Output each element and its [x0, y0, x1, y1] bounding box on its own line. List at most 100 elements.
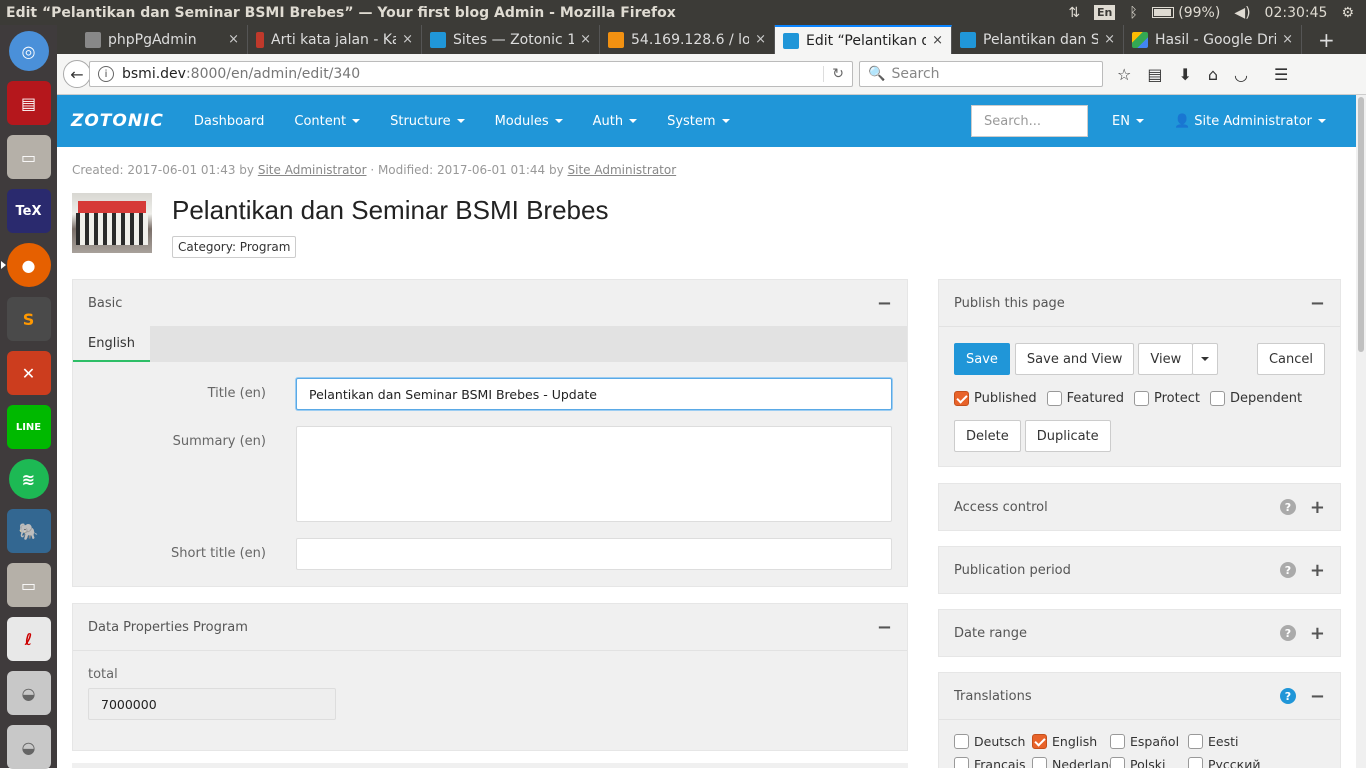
nav-auth[interactable]: Auth: [593, 114, 638, 129]
close-icon[interactable]: ×: [402, 32, 413, 47]
save-and-view-button[interactable]: Save and View: [1014, 343, 1135, 375]
home-icon[interactable]: ⌂: [1208, 65, 1218, 84]
title-input[interactable]: Pelantikan dan Seminar BSMI Brebes - Upd…: [296, 378, 892, 410]
checkbox[interactable]: [1110, 734, 1125, 749]
page-thumbnail[interactable]: [72, 193, 152, 253]
close-icon[interactable]: ×: [580, 32, 591, 47]
lang-polski-checkbox[interactable]: Polski: [1110, 757, 1188, 768]
nav-structure[interactable]: Structure: [390, 114, 465, 129]
modified-by-link[interactable]: Site Administrator: [568, 163, 677, 177]
drive-icon[interactable]: ◒: [6, 725, 51, 769]
tab-english[interactable]: English: [73, 326, 150, 362]
power-icon[interactable]: ⚙: [1341, 5, 1354, 21]
widget-header[interactable]: Basic −: [73, 280, 907, 326]
dependent-checkbox[interactable]: Dependent: [1209, 391, 1302, 406]
network-icon[interactable]: ⇅: [1068, 5, 1080, 21]
collapse-icon[interactable]: −: [1310, 686, 1325, 707]
terminal-icon[interactable]: ▤: [6, 81, 51, 125]
zotonic-logo[interactable]: ZOTONIC: [71, 111, 164, 131]
texmaker-icon[interactable]: TeX: [6, 189, 51, 233]
total-input[interactable]: 7000000: [88, 688, 336, 720]
widget-header[interactable]: Translations? −: [939, 673, 1340, 719]
firefox-icon[interactable]: ●: [0, 243, 51, 287]
widget-header[interactable]: Access control? +: [939, 484, 1340, 530]
nav-dashboard[interactable]: Dashboard: [194, 114, 265, 129]
checkbox[interactable]: [1209, 391, 1225, 406]
tab-sites-zotonic[interactable]: Sites — Zotonic 1 ×: [422, 25, 600, 54]
widget-header[interactable]: Date range? +: [939, 610, 1340, 656]
collapse-icon[interactable]: −: [877, 293, 892, 314]
checkbox[interactable]: [1046, 391, 1062, 406]
close-icon[interactable]: ×: [1104, 32, 1115, 47]
user-menu[interactable]: 👤 Site Administrator: [1174, 114, 1326, 129]
checkbox[interactable]: [1110, 757, 1125, 768]
reading-list-icon[interactable]: ▤: [1147, 65, 1162, 84]
help-icon[interactable]: ?: [1279, 688, 1296, 704]
postgres-icon[interactable]: 🐘: [6, 509, 51, 553]
new-tab-button[interactable]: +: [1302, 25, 1351, 54]
protect-checkbox[interactable]: Protect: [1133, 391, 1200, 406]
lang-francais-checkbox[interactable]: Français: [954, 757, 1032, 768]
summary-textarea[interactable]: [296, 426, 892, 522]
tab-arti-kata[interactable]: Arti kata jalan - Ka ×: [248, 25, 422, 54]
checkbox[interactable]: [954, 734, 969, 749]
featured-checkbox[interactable]: Featured: [1046, 391, 1124, 406]
published-checkbox[interactable]: Published: [954, 391, 1037, 406]
admin-search-input[interactable]: Search...: [971, 105, 1088, 137]
info-icon[interactable]: i: [98, 66, 114, 82]
cancel-button[interactable]: Cancel: [1256, 343, 1325, 375]
tab-phppgadmin[interactable]: phpPgAdmin ×: [77, 25, 248, 54]
checkbox[interactable]: [1032, 757, 1047, 768]
checkbox[interactable]: [1133, 391, 1149, 406]
settings-icon[interactable]: ✕: [6, 351, 51, 395]
ubuntu-icon[interactable]: ◎: [8, 31, 49, 71]
checkbox[interactable]: [1188, 734, 1203, 749]
close-icon[interactable]: ×: [1282, 32, 1293, 47]
reload-icon[interactable]: ↻: [823, 66, 844, 82]
expand-icon[interactable]: +: [1310, 623, 1325, 644]
short-title-input[interactable]: [296, 538, 892, 570]
nav-system[interactable]: System: [667, 114, 730, 129]
pdf-icon[interactable]: ℓ: [6, 617, 51, 661]
widget-header[interactable]: Publish this page −: [939, 280, 1340, 326]
bluetooth-icon[interactable]: ᛒ: [1129, 5, 1137, 21]
pocket-icon[interactable]: ◡: [1234, 65, 1248, 84]
help-icon[interactable]: ?: [1279, 562, 1296, 578]
widget-header[interactable]: Publication period? +: [939, 547, 1340, 593]
checkbox-checked[interactable]: [954, 391, 969, 406]
checkbox[interactable]: [1188, 757, 1203, 768]
view-dropdown-button[interactable]: [1192, 343, 1219, 375]
download-icon[interactable]: ⬇: [1178, 65, 1191, 84]
star-icon[interactable]: ☆: [1117, 65, 1131, 84]
expand-icon[interactable]: +: [1310, 497, 1325, 518]
nav-content[interactable]: Content: [294, 114, 361, 129]
duplicate-button[interactable]: Duplicate: [1024, 420, 1111, 452]
line-icon[interactable]: LINE: [6, 405, 51, 449]
widget-header[interactable]: Data Properties Program −: [73, 604, 907, 650]
tab-edit-page[interactable]: Edit “Pelantikan d ×: [775, 25, 952, 54]
help-icon[interactable]: ?: [1279, 499, 1296, 515]
sublime-icon[interactable]: S: [6, 297, 51, 341]
files-icon[interactable]: ▭: [6, 135, 51, 179]
back-button[interactable]: ←: [63, 60, 91, 88]
scrollbar-thumb[interactable]: [1358, 97, 1364, 352]
lang-english-checkbox[interactable]: English: [1032, 734, 1110, 749]
tab-google-drive[interactable]: Hasil - Google Driv ×: [1124, 25, 1302, 54]
collapse-icon[interactable]: −: [1310, 293, 1325, 314]
category-badge[interactable]: Category: Program: [172, 236, 297, 258]
lang-nederlands-checkbox[interactable]: Nederlands: [1032, 757, 1123, 768]
tab-phpmyadmin[interactable]: 54.169.128.6 / loca ×: [600, 25, 775, 54]
lang-espanol-checkbox[interactable]: Español: [1110, 734, 1188, 749]
save-button[interactable]: Save: [954, 343, 1010, 375]
search-bar[interactable]: 🔍 Search: [859, 61, 1103, 87]
volume-icon[interactable]: ◀): [1234, 5, 1250, 21]
menu-icon[interactable]: ☰: [1274, 65, 1288, 84]
tab-pelantikan[interactable]: Pelantikan dan Se ×: [952, 25, 1124, 54]
drive-icon[interactable]: ◒: [6, 671, 51, 715]
lang-deutsch-checkbox[interactable]: Deutsch: [954, 734, 1032, 749]
close-icon[interactable]: ×: [228, 32, 239, 47]
language-dropdown[interactable]: EN: [1112, 114, 1144, 129]
created-by-link[interactable]: Site Administrator: [258, 163, 367, 177]
url-bar[interactable]: i bsmi.dev:8000/en/admin/edit/340 ↻: [89, 61, 853, 87]
nav-modules[interactable]: Modules: [495, 114, 563, 129]
